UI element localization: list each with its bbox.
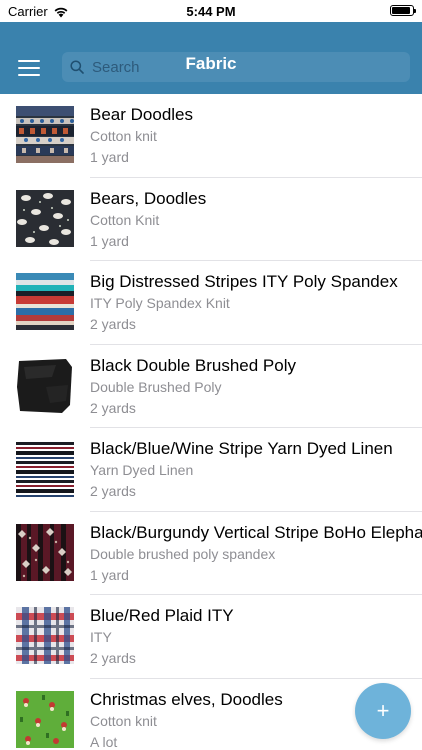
fabric-list: Bear Doodles Cotton knit 1 yard Bears, D… bbox=[0, 94, 422, 750]
list-item-text: Blue/Red Plaid ITY ITY 2 yards bbox=[90, 605, 422, 668]
list-item-text: Black Double Brushed Poly Double Brushed… bbox=[90, 355, 422, 418]
fabric-thumbnail bbox=[16, 189, 74, 247]
search-input[interactable] bbox=[92, 52, 392, 82]
add-fabric-button[interactable]: + bbox=[355, 683, 411, 739]
list-item[interactable]: Blue/Red Plaid ITY ITY 2 yards bbox=[0, 595, 422, 679]
list-item[interactable]: Bear Doodles Cotton knit 1 yard bbox=[0, 94, 422, 178]
fabric-quantity: 1 yard bbox=[90, 232, 129, 249]
fabric-type: ITY Poly Spandex Knit bbox=[90, 295, 230, 311]
search-bar[interactable] bbox=[62, 52, 410, 82]
fabric-thumbnail bbox=[16, 356, 74, 414]
fabric-swatch-image bbox=[16, 106, 74, 163]
fabric-quantity: 1 yard bbox=[90, 149, 129, 165]
list-item[interactable]: Black/Blue/Wine Stripe Yarn Dyed Linen Y… bbox=[0, 428, 422, 512]
fabric-type: Cotton Knit bbox=[90, 211, 160, 228]
fabric-quantity: 2 yards bbox=[90, 483, 136, 499]
fabric-swatch-image bbox=[16, 523, 74, 581]
list-item-text: Black/Blue/Wine Stripe Yarn Dyed Linen Y… bbox=[90, 438, 422, 501]
list-item-text: Big Distressed Stripes ITY Poly Spandex … bbox=[90, 271, 422, 334]
fabric-quantity: 2 yards bbox=[90, 316, 136, 332]
fabric-type: Yarn Dyed Linen bbox=[90, 462, 194, 478]
fabric-swatch-image bbox=[16, 690, 74, 748]
fabric-swatch-image bbox=[16, 440, 74, 497]
navigation-bar: Fabric bbox=[0, 22, 422, 94]
list-item[interactable]: Big Distressed Stripes ITY Poly Spandex … bbox=[0, 261, 422, 345]
fabric-type: Double brushed poly spandex bbox=[90, 545, 276, 562]
fabric-thumbnail bbox=[16, 440, 74, 497]
fabric-swatch-image bbox=[16, 607, 74, 664]
fabric-swatch-image bbox=[16, 356, 74, 414]
fabric-name: Black/Blue/Wine Stripe Yarn Dyed Linen bbox=[90, 439, 393, 458]
fabric-name: Bear Doodles bbox=[90, 105, 194, 124]
fabric-swatch-image bbox=[16, 189, 74, 247]
list-item[interactable]: Bears, Doodles Cotton Knit 1 yard bbox=[0, 178, 422, 262]
add-icon: + bbox=[376, 698, 390, 723]
hamburger-line bbox=[18, 74, 40, 76]
fabric-swatch-image bbox=[16, 273, 74, 330]
fabric-thumbnail bbox=[16, 273, 74, 330]
fabric-name: Black/Burgundy Vertical Stripe BoHo Elep… bbox=[90, 522, 422, 542]
magnifier-icon bbox=[70, 60, 84, 74]
hamburger-menu-icon bbox=[18, 60, 40, 62]
list-item-text: Bears, Doodles Cotton Knit 1 yard bbox=[90, 188, 422, 251]
status-time: 5:44 PM bbox=[186, 4, 236, 19]
status-bar: Carrier 5:44 PM bbox=[0, 0, 422, 22]
fabric-type: Cotton knit bbox=[90, 128, 157, 144]
fabric-name: Big Distressed Stripes ITY Poly Spandex bbox=[90, 272, 398, 291]
fabric-name: Black Double Brushed Poly bbox=[90, 355, 297, 375]
fabric-name: Blue/Red Plaid ITY bbox=[90, 606, 234, 625]
fabric-name: Bears, Doodles bbox=[90, 188, 207, 208]
menu-button[interactable] bbox=[18, 60, 40, 76]
fabric-thumbnail bbox=[16, 106, 74, 163]
list-item[interactable]: Black/Burgundy Vertical Stripe BoHo Elep… bbox=[0, 512, 422, 596]
fabric-quantity: 1 yard bbox=[90, 566, 129, 583]
list-item-text: Bear Doodles Cotton knit 1 yard bbox=[90, 104, 422, 167]
battery-icon bbox=[390, 5, 416, 16]
fabric-thumbnail bbox=[16, 690, 74, 748]
fabric-thumbnail bbox=[16, 523, 74, 581]
fabric-type: ITY bbox=[90, 629, 112, 645]
hamburger-line bbox=[18, 67, 40, 69]
fabric-thumbnail bbox=[16, 607, 74, 664]
list-item-text: Black/Burgundy Vertical Stripe BoHo Elep… bbox=[90, 522, 422, 585]
fabric-type: Double Brushed Poly bbox=[90, 378, 222, 395]
fabric-quantity: 2 yards bbox=[90, 399, 136, 416]
list-item[interactable]: Black Double Brushed Poly Double Brushed… bbox=[0, 345, 422, 429]
fabric-quantity: 2 yards bbox=[90, 650, 136, 666]
status-right bbox=[390, 4, 416, 19]
